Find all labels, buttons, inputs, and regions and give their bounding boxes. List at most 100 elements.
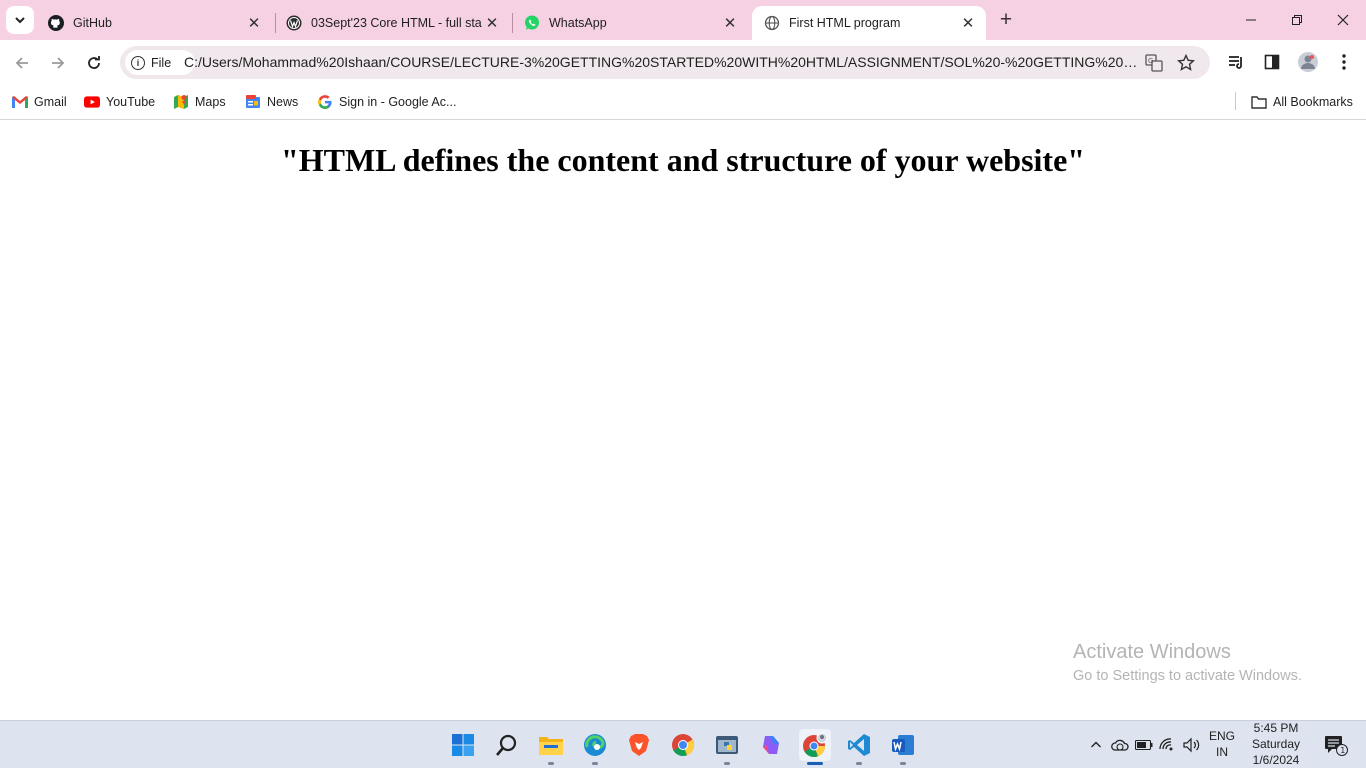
running-indicator <box>592 762 598 765</box>
close-tab-icon[interactable]: ✕ <box>482 13 502 33</box>
restore-icon <box>1292 15 1302 25</box>
volume-icon[interactable] <box>1182 735 1202 755</box>
google-icon <box>317 94 333 110</box>
notification-count: 1 <box>1340 746 1345 755</box>
notification-icon: 1 <box>1325 736 1348 756</box>
github-icon <box>48 15 64 31</box>
windows-taskbar: ENG IN 5:45 PM Saturday 1/6/2024 1 <box>0 720 1366 768</box>
all-bookmarks-button[interactable]: All Bookmarks <box>1251 92 1353 112</box>
side-panel-icon[interactable] <box>1260 50 1284 74</box>
clock-time: 5:45 PM <box>1253 721 1299 735</box>
python-idle-icon <box>716 736 738 754</box>
bookmark-label: News <box>267 95 299 109</box>
running-indicator <box>724 762 730 765</box>
search-button[interactable] <box>491 729 523 761</box>
profile-avatar[interactable] <box>1296 50 1320 74</box>
brave-app[interactable] <box>623 729 655 761</box>
chevron-up-icon <box>1091 741 1101 748</box>
chrome-profile-app[interactable] <box>799 729 831 765</box>
gmail-icon <box>12 94 28 110</box>
language-indicator[interactable]: ENG IN <box>1203 728 1241 760</box>
more-menu-icon[interactable] <box>1332 50 1356 74</box>
close-window-button[interactable] <box>1320 0 1366 40</box>
tab-strip: GitHub ✕ 03Sept'23 Core HTML - full stac… <box>0 0 1366 40</box>
edge-icon <box>584 734 606 756</box>
back-button[interactable] <box>8 49 36 77</box>
close-tab-icon[interactable]: ✕ <box>720 13 740 33</box>
plus-icon: + <box>999 8 1013 31</box>
chrome-icon <box>672 734 695 757</box>
tab-first-html-program[interactable]: First HTML program ✕ <box>752 6 986 40</box>
running-indicator <box>900 762 906 765</box>
minimize-button[interactable] <box>1228 0 1274 40</box>
brave-icon <box>629 734 649 756</box>
svg-text:G: G <box>1148 57 1153 65</box>
bookmark-youtube[interactable]: YouTube <box>84 92 155 112</box>
wifi-icon[interactable] <box>1158 735 1178 755</box>
running-indicator <box>548 762 554 765</box>
media-controls-icon[interactable] <box>1224 50 1248 74</box>
info-icon: i <box>131 55 145 70</box>
globe-icon <box>764 15 780 31</box>
activate-windows-watermark: Activate Windows Go to Settings to activ… <box>1073 641 1302 684</box>
show-hidden-icons-button[interactable] <box>1086 735 1106 755</box>
wordpress-icon <box>286 15 302 31</box>
translate-icon[interactable]: G <box>1143 52 1165 74</box>
bookmark-star-icon[interactable] <box>1175 52 1197 74</box>
folder-icon <box>1251 94 1267 110</box>
tab-github[interactable]: GitHub ✕ <box>36 6 272 40</box>
maps-icon <box>173 94 189 110</box>
windows-logo-icon <box>452 734 474 756</box>
clock-date: 1/6/2024 <box>1252 753 1300 767</box>
bookmark-google-signin[interactable]: Sign in - Google Ac... <box>317 92 456 112</box>
notifications-button[interactable]: 1 <box>1322 735 1350 756</box>
web-page-content: "HTML defines the content and structure … <box>0 121 1366 720</box>
word-app[interactable] <box>887 729 919 765</box>
chrome-app[interactable] <box>667 729 699 761</box>
close-tab-icon[interactable]: ✕ <box>244 13 264 33</box>
address-bar[interactable]: i File C:/Users/Mohammad%20Ishaan/COURSE… <box>120 46 1210 79</box>
page-heading: "HTML defines the content and structure … <box>280 142 1086 178</box>
url-text[interactable]: C:/Users/Mohammad%20Ishaan/COURSE/LECTUR… <box>184 54 1139 70</box>
edge-app[interactable] <box>579 729 611 765</box>
reload-button[interactable] <box>80 49 108 77</box>
restore-button[interactable] <box>1274 0 1320 40</box>
copilot-icon <box>763 736 779 754</box>
tab-title: 03Sept'23 Core HTML - full stac <box>311 16 482 30</box>
tab-core-html[interactable]: 03Sept'23 Core HTML - full stac ✕ <box>274 6 510 40</box>
language-code: ENG <box>1208 729 1235 743</box>
word-icon <box>892 735 914 755</box>
running-indicator <box>856 762 862 765</box>
onedrive-icon[interactable] <box>1110 735 1130 755</box>
minimize-icon <box>1246 19 1256 21</box>
language-region: IN <box>1216 745 1228 759</box>
bookmark-news[interactable]: News <box>245 92 298 112</box>
python-idle-app[interactable] <box>711 729 743 765</box>
new-tab-button[interactable]: + <box>994 8 1018 32</box>
forward-arrow-icon <box>52 57 65 69</box>
back-arrow-icon <box>15 57 28 69</box>
forward-button[interactable] <box>44 49 72 77</box>
chrome-profile-icon <box>803 732 828 758</box>
whatsapp-icon <box>524 15 540 31</box>
browser-toolbar: i File C:/Users/Mohammad%20Ishaan/COURSE… <box>0 40 1366 85</box>
bookmark-gmail[interactable]: Gmail <box>12 92 67 112</box>
search-icon <box>496 734 517 756</box>
close-tab-icon[interactable]: ✕ <box>958 13 978 33</box>
vscode-icon <box>848 734 870 756</box>
start-button[interactable] <box>447 729 479 761</box>
bookmark-label: Maps <box>195 95 226 109</box>
battery-icon[interactable] <box>1134 735 1154 755</box>
news-icon <box>245 94 261 110</box>
youtube-icon <box>84 94 100 110</box>
tab-whatsapp[interactable]: WhatsApp ✕ <box>512 6 748 40</box>
clock-day: Saturday <box>1251 737 1301 751</box>
bookmark-label: Sign in - Google Ac... <box>339 95 457 109</box>
bookmark-maps[interactable]: Maps <box>173 92 226 112</box>
copilot-app[interactable] <box>755 729 787 761</box>
tab-search-button[interactable] <box>6 6 34 34</box>
clock[interactable]: 5:45 PM Saturday 1/6/2024 <box>1244 720 1308 768</box>
close-icon <box>1337 14 1349 26</box>
file-explorer-app[interactable] <box>535 729 567 765</box>
vscode-app[interactable] <box>843 729 875 765</box>
